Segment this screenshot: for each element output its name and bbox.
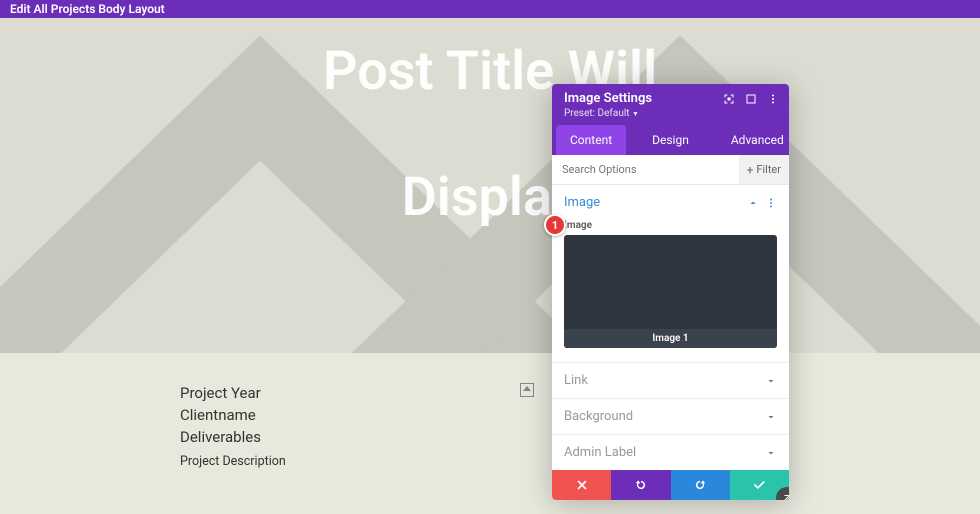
chevron-down-icon[interactable]	[765, 411, 777, 423]
meta-deliverables: Deliverables	[180, 427, 520, 449]
focus-icon[interactable]	[723, 93, 735, 105]
section-link: Link	[552, 363, 789, 399]
image-field-label: Image	[552, 220, 789, 235]
undo-icon	[634, 478, 648, 492]
tab-design[interactable]: Design	[638, 125, 703, 155]
annotation-badge-1: 1	[544, 214, 566, 236]
redo-icon	[693, 478, 707, 492]
section-admin-head[interactable]: Admin Label	[552, 435, 789, 470]
tab-advanced[interactable]: Advanced	[717, 125, 789, 155]
section-image-title: Image	[564, 195, 600, 210]
section-image: Image Image Image 1	[552, 185, 789, 363]
panel-footer	[552, 470, 789, 500]
chevron-down-icon[interactable]	[765, 375, 777, 387]
meta-column: Project Year Clientname Deliverables Pro…	[180, 383, 520, 469]
section-background-head[interactable]: Background	[552, 399, 789, 434]
section-image-head[interactable]: Image	[552, 185, 789, 220]
expand-icon[interactable]	[745, 93, 757, 105]
filter-label: Filter	[756, 163, 781, 176]
section-link-head[interactable]: Link	[552, 363, 789, 398]
tab-content[interactable]: Content	[556, 125, 626, 155]
redo-button[interactable]	[671, 470, 730, 500]
panel-header-icons	[723, 93, 779, 105]
chevron-down-icon[interactable]	[765, 447, 777, 459]
section-background: Background	[552, 399, 789, 435]
panel-title: Image Settings	[564, 91, 652, 106]
section-image-icons	[747, 197, 777, 209]
close-icon	[575, 478, 589, 492]
section-admin-title: Admin Label	[564, 445, 636, 460]
search-row: + Filter	[552, 155, 789, 185]
section-admin: Admin Label	[552, 435, 789, 470]
chevron-up-icon[interactable]	[747, 197, 759, 209]
undo-button[interactable]	[611, 470, 670, 500]
top-bar-title: Edit All Projects Body Layout	[10, 2, 165, 16]
image-slot[interactable]: Image 1	[564, 235, 777, 348]
filter-button[interactable]: + Filter	[739, 155, 789, 184]
search-input[interactable]	[552, 155, 739, 184]
kebab-icon[interactable]	[767, 93, 779, 105]
panel-preset[interactable]: Preset: Default ▼	[564, 106, 779, 123]
kebab-icon[interactable]	[765, 197, 777, 209]
settings-panel: Image Settings Preset: Default ▼ Content…	[552, 84, 789, 500]
top-bar: Edit All Projects Body Layout	[0, 0, 980, 18]
section-background-title: Background	[564, 409, 633, 424]
cancel-button[interactable]	[552, 470, 611, 500]
meta-description: Project Description	[180, 454, 520, 469]
plus-icon: +	[747, 164, 754, 176]
resize-icon	[781, 492, 789, 500]
hero-title-line1: Post Title Will	[0, 40, 980, 105]
content-row: Project Year Clientname Deliverables Pro…	[0, 353, 980, 469]
tabs: Content Design Advanced	[552, 125, 789, 155]
check-icon	[752, 478, 766, 492]
meta-year: Project Year	[180, 383, 520, 405]
hero-title-line2: Display	[0, 166, 980, 231]
panel-header[interactable]: Image Settings Preset: Default ▼	[552, 84, 789, 125]
broken-image-icon	[520, 383, 534, 397]
image-caption: Image 1	[564, 329, 777, 348]
meta-client: Clientname	[180, 405, 520, 427]
section-link-title: Link	[564, 373, 588, 388]
hero: Post Title Will Display	[0, 18, 980, 353]
